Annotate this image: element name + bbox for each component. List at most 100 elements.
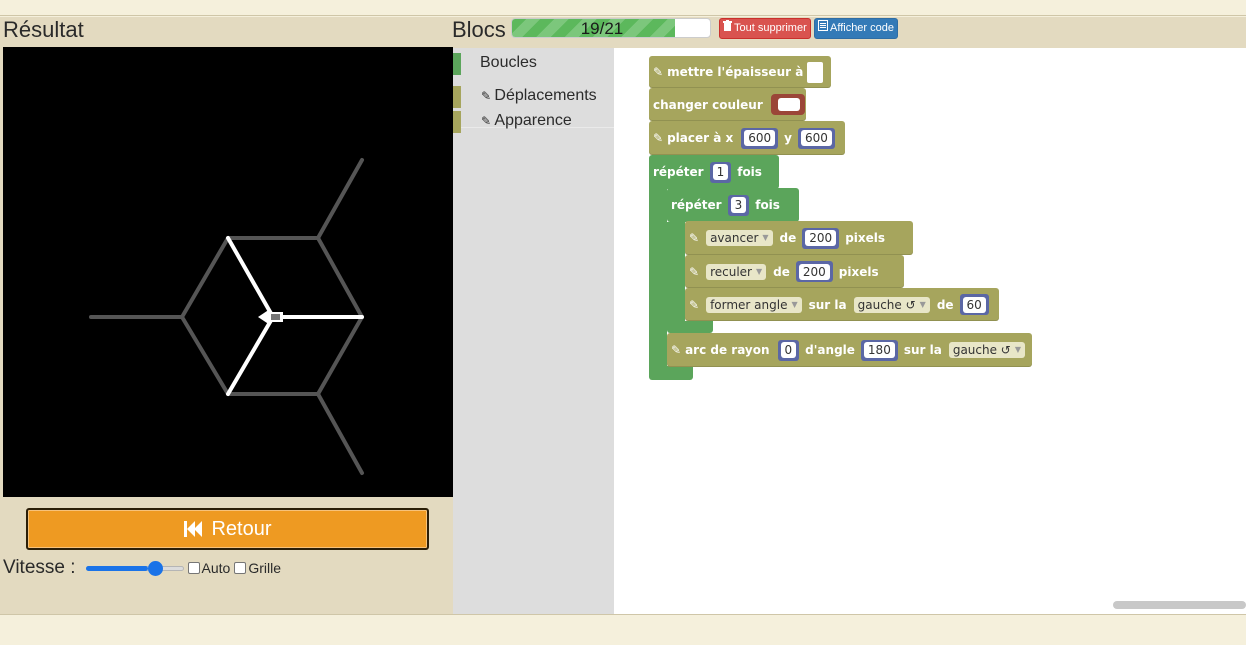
- pencil-icon: ✎: [689, 264, 700, 279]
- auto-checkbox[interactable]: [187, 562, 200, 574]
- block-label: changer couleur: [653, 97, 763, 112]
- block-label: fois: [755, 198, 780, 212]
- category-color-mark: [453, 53, 461, 75]
- x-value[interactable]: 600: [744, 130, 776, 146]
- list-icon: [818, 19, 828, 38]
- value-slot[interactable]: 200: [795, 261, 833, 282]
- trash-icon: [723, 19, 732, 38]
- drawing-canvas: [3, 47, 453, 497]
- side-dropdown[interactable]: gauche ↺ ▼: [853, 296, 930, 313]
- repeat-outer-header[interactable]: répéter 1 fois: [649, 155, 766, 189]
- workspace-scrollbar[interactable]: [1113, 601, 1246, 609]
- chevron-down-icon: ▼: [755, 266, 763, 276]
- grid-label: Grille: [248, 560, 282, 576]
- drawn-line-current: [226, 236, 275, 319]
- side-dropdown[interactable]: gauche ↺ ▼: [948, 342, 1026, 358]
- value-slot[interactable]: 180: [860, 339, 898, 361]
- dropdown-value: reculer: [710, 264, 752, 279]
- dropdown-value: gauche ↺: [952, 343, 1011, 357]
- block-label: pixels: [838, 264, 879, 279]
- arc-block[interactable]: ✎ arc de rayon 0 d'angle 180 sur la gauc…: [667, 333, 1033, 367]
- move-action-dropdown[interactable]: reculer ▼: [706, 263, 767, 280]
- block-label: placer à x: [667, 131, 734, 145]
- block-label: sur la: [903, 343, 942, 357]
- result-title: Résultat: [3, 17, 84, 42]
- toolbox-label: Boucles: [480, 54, 537, 71]
- value-slot[interactable]: 0: [777, 339, 800, 361]
- slider-thumb[interactable]: [147, 561, 163, 576]
- toolbox-item-apparence[interactable]: ✎ Apparence: [453, 108, 614, 134]
- value-slot[interactable]: 1: [709, 161, 732, 183]
- angle-value[interactable]: 180: [863, 342, 895, 358]
- change-color-block[interactable]: changer couleur: [649, 88, 806, 121]
- radius-value[interactable]: 0: [780, 342, 797, 358]
- toolbox-item-boucles[interactable]: Boucles: [453, 50, 614, 76]
- move-action-dropdown[interactable]: avancer ▼: [706, 230, 773, 246]
- toolbox-label-wrap: ✎ Déplacements: [481, 87, 597, 105]
- speed-controls: Vitesse : Auto Grille: [3, 557, 285, 579]
- chevron-down-icon: ▼: [762, 233, 769, 242]
- block-label: arc de rayon: [685, 343, 770, 357]
- pencil-icon: ✎: [653, 131, 664, 145]
- repeat-outer-foot: [649, 366, 693, 380]
- drawn-line: [180, 315, 230, 396]
- block-label: fois: [737, 165, 762, 179]
- repeat-outer-arm: [649, 189, 667, 371]
- pencil-icon: ✎: [481, 89, 495, 103]
- bottom-strip: [0, 614, 1246, 645]
- angle-value[interactable]: 60: [962, 296, 986, 313]
- turn-angle-block[interactable]: ✎ former angle ▼ sur la gauche ↺ ▼ de 60: [685, 288, 999, 321]
- chevron-down-icon: ▼: [1014, 345, 1022, 354]
- pencil-icon: ✎: [689, 297, 700, 312]
- toolbox-label: Apparence: [494, 112, 572, 129]
- repeat-inner-header[interactable]: répéter 3 fois: [667, 188, 784, 222]
- turtle-drawing: [89, 158, 364, 475]
- toolbox-label-wrap: ✎ Apparence: [481, 112, 572, 130]
- speed-slider[interactable]: [85, 561, 184, 576]
- block-label: d'angle: [805, 343, 855, 357]
- show-code-label: Afficher code: [830, 22, 895, 34]
- value-slot[interactable]: 60: [959, 294, 989, 315]
- value-slot[interactable]: 200: [802, 227, 840, 249]
- y-value[interactable]: 600: [800, 130, 832, 146]
- set-width-block[interactable]: ✎ mettre l'épaisseur à: [649, 56, 832, 88]
- dropdown-value: former angle: [710, 297, 788, 312]
- drawn-line: [316, 158, 364, 240]
- pencil-icon: ✎: [653, 65, 664, 79]
- block-label: de: [779, 231, 797, 245]
- turn-action-dropdown[interactable]: former angle ▼: [706, 296, 802, 313]
- grid-checkbox[interactable]: [234, 562, 247, 574]
- block-label: de: [773, 264, 790, 279]
- move-forward-block[interactable]: ✎ avancer ▼ de 200 pixels: [685, 221, 913, 255]
- block-label: répéter: [671, 198, 722, 212]
- pencil-icon: ✎: [671, 343, 682, 357]
- drawn-line: [316, 392, 364, 475]
- top-strip: [0, 0, 1246, 16]
- block-label: mettre l'épaisseur à: [667, 65, 804, 79]
- value-slot[interactable]: 600: [797, 127, 835, 149]
- progress-bar: 19/21: [511, 18, 711, 38]
- distance-value[interactable]: 200: [805, 230, 837, 246]
- blocks-workspace[interactable]: ✎ mettre l'épaisseur à changer couleur ✎…: [614, 48, 1246, 614]
- repeat-count[interactable]: 1: [712, 164, 729, 180]
- toolbox-item-deplacements[interactable]: ✎ Déplacements: [453, 83, 614, 109]
- retour-button[interactable]: Retour: [26, 508, 429, 550]
- pencil-icon: ✎: [481, 114, 495, 128]
- slider-fill: [85, 566, 148, 571]
- value-slot[interactable]: 600: [741, 127, 779, 149]
- width-slot[interactable]: [807, 61, 824, 83]
- repeat-count[interactable]: 3: [730, 197, 747, 213]
- block-label: répéter: [653, 165, 704, 179]
- distance-value[interactable]: 200: [798, 263, 830, 280]
- toolbox-label: Déplacements: [494, 87, 597, 104]
- category-color-mark: [453, 111, 461, 133]
- move-back-block[interactable]: ✎ reculer ▼ de 200 pixels: [685, 255, 904, 288]
- color-picker[interactable]: [770, 94, 805, 115]
- value-slot[interactable]: 3: [727, 194, 750, 216]
- blocks-title: Blocs: [452, 17, 506, 42]
- delete-all-button[interactable]: Tout supprimer: [719, 18, 811, 39]
- block-label: de: [936, 297, 954, 312]
- progress-text: 19/21: [580, 19, 624, 38]
- show-code-button[interactable]: Afficher code: [814, 18, 899, 39]
- place-at-block[interactable]: ✎ placer à x 600 y 600: [649, 121, 845, 155]
